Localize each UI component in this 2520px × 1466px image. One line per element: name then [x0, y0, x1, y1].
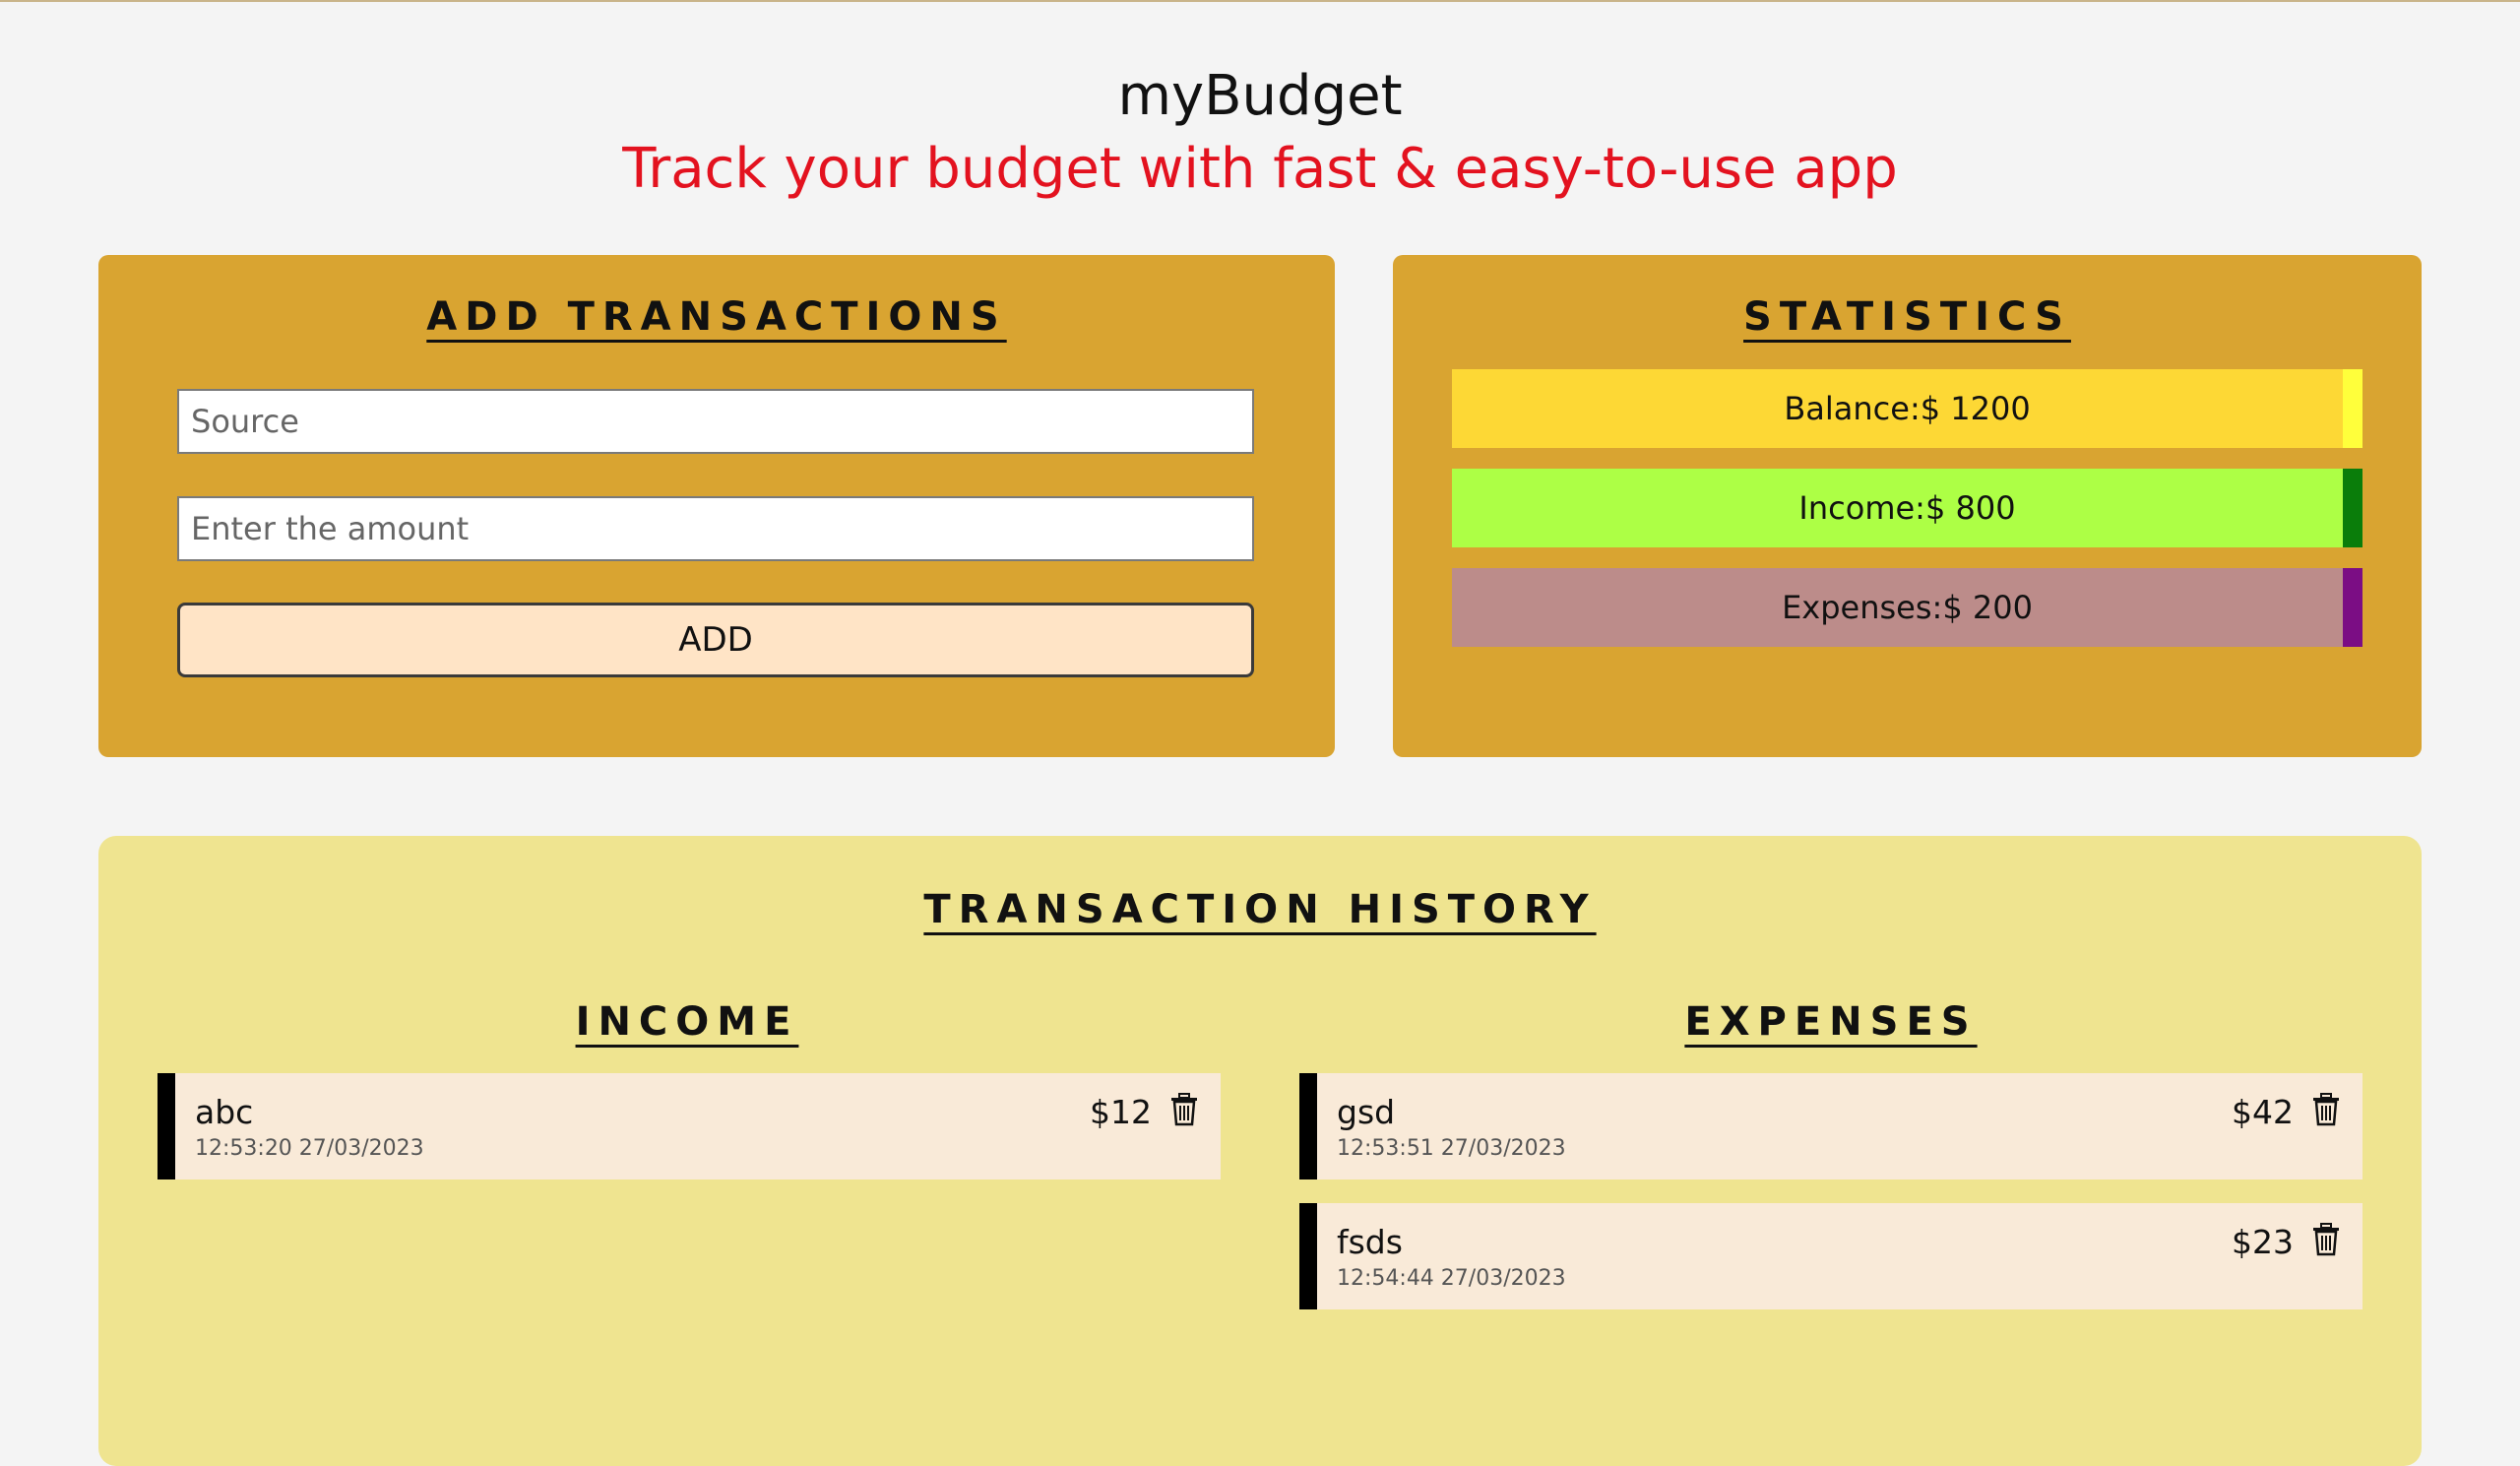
income-column-title: INCOME: [575, 999, 799, 1045]
expenses-label: Expenses:$ 200: [1782, 589, 2033, 626]
app-title: myBudget: [1117, 64, 1403, 128]
statistics-title: STATISTICS: [1743, 294, 2071, 340]
add-button[interactable]: ADD: [177, 603, 1254, 677]
income-label: Income:$ 800: [1798, 489, 2016, 527]
expenses-bar-edge: [2343, 568, 2362, 647]
transaction-timestamp: 12:53:51 27/03/2023: [1337, 1136, 1566, 1161]
trash-icon[interactable]: [2311, 1093, 2341, 1126]
add-transactions-panel: ADD TRANSACTIONS ADD: [98, 255, 1335, 757]
transaction-source: abc: [195, 1093, 254, 1131]
trash-icon[interactable]: [1169, 1093, 1199, 1126]
expense-list-item: fsds 12:54:44 27/03/2023 $23: [1299, 1203, 2362, 1309]
transaction-timestamp: 12:54:44 27/03/2023: [1337, 1266, 1566, 1291]
amount-input[interactable]: [177, 496, 1254, 561]
income-bar-edge: [2343, 469, 2362, 547]
statistics-panel: STATISTICS Balance:$ 1200 Income:$ 800 E…: [1393, 255, 2422, 757]
transaction-history-panel: TRANSACTION HISTORY INCOME EXPENSES abc …: [98, 836, 2422, 1466]
trash-icon[interactable]: [2311, 1223, 2341, 1256]
tagline: Track your budget with fast & easy-to-us…: [622, 137, 1898, 201]
add-transactions-title: ADD TRANSACTIONS: [426, 294, 1007, 340]
transaction-history-title: TRANSACTION HISTORY: [923, 887, 1597, 932]
transaction-amount: $42: [2232, 1093, 2294, 1131]
page-header: myBudget Track your budget with fast & e…: [0, 59, 2520, 205]
transaction-timestamp: 12:53:20 27/03/2023: [195, 1136, 424, 1161]
income-list-item: abc 12:53:20 27/03/2023 $12: [158, 1073, 1221, 1179]
transaction-amount: $23: [2232, 1223, 2294, 1261]
expenses-list: gsd 12:53:51 27/03/2023 $42 fsds 12:54:4…: [1299, 1073, 2362, 1333]
income-bar: Income:$ 800: [1452, 469, 2362, 547]
transaction-source: fsds: [1337, 1223, 1403, 1261]
balance-label: Balance:$ 1200: [1784, 390, 2031, 427]
expense-list-item: gsd 12:53:51 27/03/2023 $42: [1299, 1073, 2362, 1179]
top-rule: [0, 0, 2520, 2]
transaction-source: gsd: [1337, 1093, 1396, 1131]
balance-bar-edge: [2343, 369, 2362, 448]
expenses-column-title: EXPENSES: [1684, 999, 1978, 1045]
balance-bar: Balance:$ 1200: [1452, 369, 2362, 448]
expenses-bar: Expenses:$ 200: [1452, 568, 2362, 647]
transaction-amount: $12: [1090, 1093, 1152, 1131]
income-list: abc 12:53:20 27/03/2023 $12: [158, 1073, 1221, 1203]
source-input[interactable]: [177, 389, 1254, 454]
